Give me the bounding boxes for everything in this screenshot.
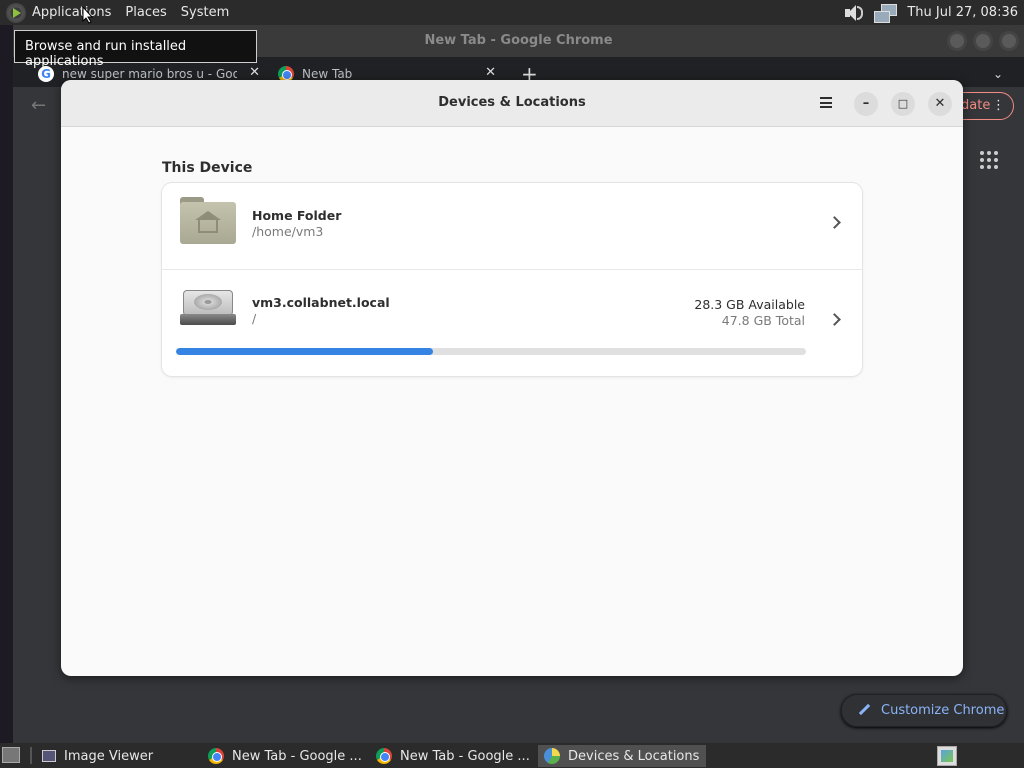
taskbar-label: Devices & Locations: [568, 748, 700, 764]
customize-label: Customize Chrome: [881, 703, 1005, 718]
volume-icon[interactable]: [843, 3, 864, 23]
disk-usage-bar: [176, 348, 806, 355]
applications-tooltip: Browse and run installed applications: [14, 30, 257, 69]
home-folder-icon: [180, 197, 236, 245]
tab-close-icon[interactable]: ✕: [485, 65, 496, 80]
window-close-button[interactable]: [999, 31, 1019, 51]
item-path: /home/vm3: [252, 224, 324, 239]
back-arrow-icon[interactable]: ←: [31, 95, 46, 116]
window-maximize-button[interactable]: [973, 31, 993, 51]
item-name: Home Folder: [252, 208, 342, 223]
top-panel: Applications Places System Thu Jul 27, 0…: [0, 0, 1024, 25]
chrome-icon: [376, 748, 392, 764]
distro-logo-icon[interactable]: [6, 2, 26, 23]
clock[interactable]: Thu Jul 27, 08:36: [907, 5, 1018, 20]
window-minimize-button[interactable]: [947, 31, 967, 51]
list-item-home-folder[interactable]: Home Folder /home/vm3: [162, 183, 862, 270]
taskbar-separator: [30, 747, 32, 764]
device-list: Home Folder /home/vm3 vm3.collabnet.loca…: [162, 183, 862, 376]
menu-applications[interactable]: Applications: [32, 5, 111, 20]
more-vert-icon[interactable]: ⋮: [992, 93, 1005, 119]
menu-places[interactable]: Places: [125, 5, 166, 20]
taskbar-item-devices-locations[interactable]: Devices & Locations: [538, 745, 706, 767]
section-title: This Device: [162, 160, 253, 176]
hamburger-menu-icon[interactable]: [820, 97, 832, 109]
image-viewer-icon: [42, 750, 56, 762]
bottom-taskbar: Image Viewer New Tab - Google ... New Ta…: [0, 743, 1024, 768]
hard-drive-icon: [180, 290, 236, 326]
network-icon[interactable]: [873, 3, 898, 23]
tab-close-icon[interactable]: ✕: [249, 65, 260, 80]
list-item-root-drive[interactable]: vm3.collabnet.local / 28.3 GB Available …: [162, 270, 862, 376]
show-desktop-icon[interactable]: [2, 747, 20, 763]
workspace-switcher-icon[interactable]: [937, 746, 957, 766]
maximize-button[interactable]: □: [891, 92, 915, 116]
tab-search-chevron-icon[interactable]: ⌄: [993, 60, 1003, 87]
devices-locations-icon: [544, 748, 560, 764]
taskbar-label: Image Viewer: [64, 748, 154, 764]
chrome-icon: [208, 748, 224, 764]
taskbar-label: New Tab - Google ...: [232, 748, 362, 764]
chevron-right-icon: [828, 216, 841, 229]
taskbar-item-chrome-1[interactable]: New Tab - Google ...: [202, 745, 366, 767]
pencil-icon: [859, 704, 871, 716]
devices-locations-window: Devices & Locations – □ ✕ This Device Ho…: [61, 80, 963, 676]
update-label: date: [961, 98, 991, 113]
minimize-button[interactable]: –: [854, 92, 878, 116]
header-bar: Devices & Locations – □ ✕: [61, 80, 963, 127]
taskbar-item-image-viewer[interactable]: Image Viewer: [36, 745, 200, 767]
tab-label: New Tab: [302, 66, 353, 81]
chevron-right-icon: [828, 313, 841, 326]
close-button[interactable]: ✕: [928, 92, 952, 116]
mouse-cursor: [82, 5, 94, 28]
disk-usage-fill: [176, 348, 434, 355]
menu-system[interactable]: System: [181, 5, 229, 20]
taskbar-item-chrome-2[interactable]: New Tab - Google ...: [370, 745, 534, 767]
desktop-edge: [0, 25, 13, 743]
google-apps-icon[interactable]: [980, 151, 998, 169]
customize-chrome-button[interactable]: Customize Chrome: [841, 694, 1007, 727]
taskbar-label: New Tab - Google ...: [400, 748, 530, 764]
item-name: vm3.collabnet.local: [252, 295, 390, 310]
item-path: /: [252, 311, 257, 326]
total-space: 47.8 GB Total: [721, 313, 805, 328]
available-space: 28.3 GB Available: [694, 297, 805, 312]
